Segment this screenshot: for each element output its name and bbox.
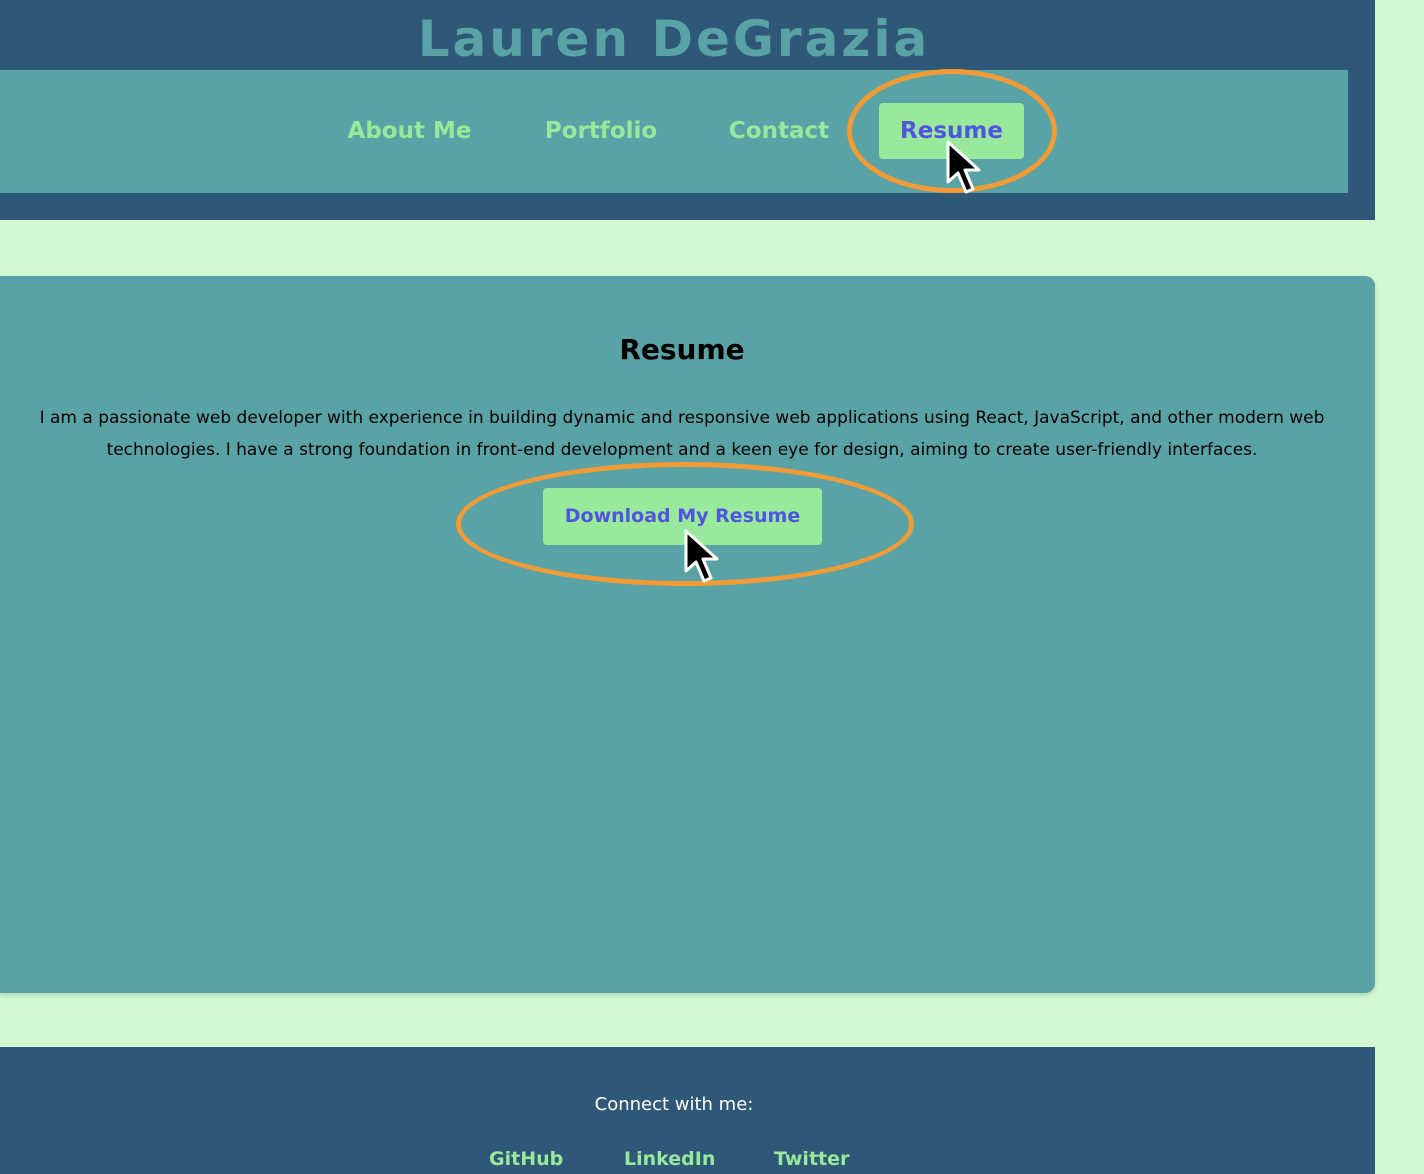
site-footer: Connect with me: GitHub LinkedIn Twitter: [0, 1047, 1375, 1174]
nav-item-contact[interactable]: Contact: [708, 103, 850, 159]
nav-bar: About Me Portfolio Contact Resume: [0, 70, 1348, 193]
download-resume-button[interactable]: Download My Resume: [543, 488, 822, 545]
resume-section: Resume I am a passionate web developer w…: [0, 276, 1375, 993]
resume-description: I am a passionate web developer with exp…: [39, 408, 1325, 460]
site-title: Lauren DeGrazia: [417, 10, 931, 68]
section-title: Resume: [619, 333, 745, 366]
footer-link-twitter[interactable]: Twitter: [774, 1145, 849, 1173]
nav-item-portfolio[interactable]: Portfolio: [522, 103, 680, 159]
footer-link-github[interactable]: GitHub: [489, 1145, 563, 1173]
footer-link-linkedin[interactable]: LinkedIn: [624, 1145, 715, 1173]
nav-item-resume[interactable]: Resume: [879, 103, 1024, 159]
connect-text: Connect with me:: [594, 1094, 754, 1115]
page: Lauren DeGrazia About Me Portfolio Conta…: [0, 0, 1424, 1174]
site-header: Lauren DeGrazia About Me Portfolio Conta…: [0, 0, 1375, 220]
nav-item-about-me[interactable]: About Me: [322, 103, 497, 159]
